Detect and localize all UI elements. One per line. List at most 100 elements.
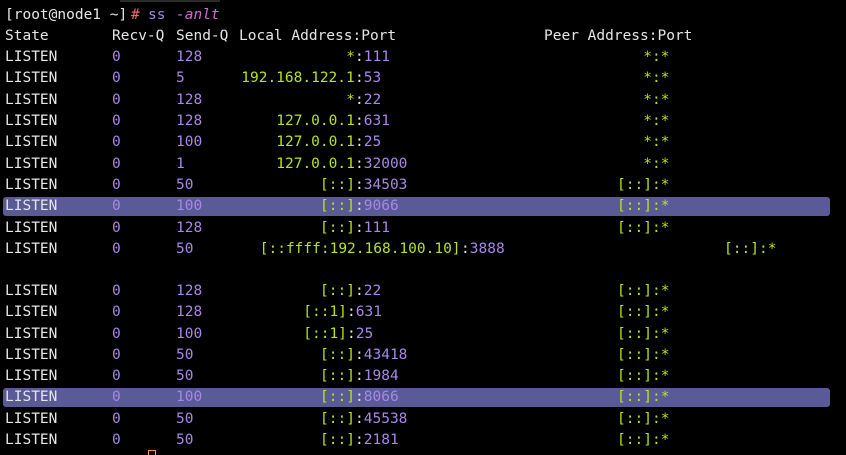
row-local-separator: : — [355, 389, 364, 405]
row-local-separator: : — [355, 134, 364, 150]
row-state: LISTEN — [5, 304, 58, 320]
row-local-separator: : — [355, 198, 364, 214]
row-recv-q: 0 — [112, 411, 121, 427]
row-recv-q: 0 — [112, 326, 121, 342]
row-state: LISTEN — [5, 347, 58, 363]
row-peer-host: * — [643, 134, 652, 150]
row-local-host: [::] — [320, 347, 355, 363]
row-local-port: 34503 — [363, 177, 408, 193]
row-local-port: 631 — [363, 113, 390, 129]
row-peer-host: * — [643, 49, 652, 65]
row-local-separator: : — [355, 156, 364, 172]
row-recv-q: 0 — [112, 347, 121, 363]
row-local-separator: : — [355, 113, 364, 129]
table-row[interactable]: LISTEN 0 50 [::]:1984 [::]: * — [0, 366, 846, 387]
row-send-q: 128 — [176, 113, 203, 129]
row-local-port: 32000 — [363, 156, 408, 172]
table-row[interactable]: LISTEN 0 50 [::]:45538 [::]: * — [0, 409, 846, 430]
row-peer-port: * — [660, 368, 670, 384]
row-peer-port: * — [660, 134, 670, 150]
row-peer-host: [::] — [617, 283, 652, 299]
row-peer-separator: : — [652, 70, 661, 86]
row-local-separator: : — [347, 326, 356, 342]
row-local-separator: : — [355, 432, 364, 448]
row-state: LISTEN — [5, 198, 58, 214]
row-local-host: * — [346, 49, 355, 65]
row-peer-separator: : — [652, 368, 661, 384]
row-send-q: 50 — [176, 241, 194, 257]
table-row[interactable]: LISTEN 0 1 127.0.0.1:32000 *: * — [0, 154, 846, 175]
row-peer-port: * — [660, 177, 670, 193]
row-peer-separator: : — [652, 220, 661, 236]
table-row[interactable]: LISTEN 0 100 [::1]:25 [::]: * — [0, 324, 846, 345]
table-row[interactable]: LISTEN 0 100 [::]:9066 [::]: * — [0, 196, 846, 217]
terminal-window[interactable]: [root@node1 ~] # ss -anlt State Recv-Q S… — [0, 0, 846, 455]
table-row[interactable]: LISTEN 0 50 [::]:43418 [::]: * — [0, 345, 846, 366]
row-state: LISTEN — [5, 134, 58, 150]
row-peer-host: [::] — [617, 304, 652, 320]
row-state: LISTEN — [5, 156, 58, 172]
table-row[interactable]: LISTEN 0 100 127.0.0.1:25 *: * — [0, 132, 846, 153]
row-local-host: 127.0.0.1 — [276, 113, 355, 129]
row-send-q: 100 — [176, 326, 203, 342]
row-local-host: [::ffff:192.168.100.10] — [259, 241, 461, 257]
table-row[interactable]: LISTEN 0 128 [::]:111 [::]: * — [0, 218, 846, 239]
row-peer-separator: : — [652, 134, 661, 150]
row-peer-host: [::] — [617, 432, 652, 448]
prompt-symbol: # — [131, 7, 140, 23]
row-state: LISTEN — [5, 49, 58, 65]
row-local-port: 22 — [363, 283, 382, 299]
row-peer-separator: : — [652, 113, 661, 129]
row-peer-port: * — [660, 156, 670, 172]
row-peer-host: [::] — [617, 177, 652, 193]
row-send-q: 50 — [176, 411, 194, 427]
header-local-address: Local Address:Port — [239, 28, 397, 44]
row-peer-port: * — [660, 92, 670, 108]
header-peer-address: Peer Address:Port — [544, 28, 693, 44]
row-send-q: 128 — [176, 92, 203, 108]
prompt-line: [root@node1 ~] # ss -anlt — [0, 5, 846, 26]
table-row[interactable]: LISTEN 0 128 127.0.0.1:631 *: * — [0, 111, 846, 132]
row-peer-separator: : — [652, 49, 661, 65]
row-send-q: 100 — [176, 134, 203, 150]
row-peer-port: * — [660, 49, 670, 65]
table-row[interactable]: LISTEN 0 128 [::1]:631 [::]: * — [0, 302, 846, 323]
table-row[interactable]: LISTEN 0 50 [::]:34503 [::]: * — [0, 175, 846, 196]
cursor-icon — [148, 450, 156, 455]
row-send-q: 128 — [176, 49, 203, 65]
command-flags: -anlt — [176, 7, 220, 23]
row-send-q: 50 — [176, 177, 194, 193]
table-row[interactable]: LISTEN 0 128 *:22 *: * — [0, 90, 846, 111]
row-state: LISTEN — [5, 432, 58, 448]
row-local-port: 53 — [363, 70, 382, 86]
row-local-host: [::] — [320, 411, 355, 427]
row-local-port: 111 — [363, 220, 390, 236]
row-local-port: 8066 — [363, 389, 399, 405]
table-row[interactable]: LISTEN 0 100 [::]:8066 [::]: * — [0, 387, 846, 408]
row-peer-separator: : — [652, 198, 661, 214]
table-row[interactable]: LISTEN 0 128 *:111 *: * — [0, 47, 846, 68]
row-recv-q: 0 — [112, 198, 121, 214]
row-local-separator: : — [355, 411, 364, 427]
row-peer-host: [::] — [617, 368, 652, 384]
row-recv-q: 0 — [112, 113, 121, 129]
row-send-q: 50 — [176, 347, 194, 363]
row-local-host: [::] — [320, 389, 355, 405]
table-row[interactable]: LISTEN 0 128 [::]:22 [::]: * — [0, 281, 846, 302]
row-send-q: 5 — [176, 70, 185, 86]
row-recv-q: 0 — [112, 177, 121, 193]
row-state: LISTEN — [5, 177, 58, 193]
table-row[interactable]: LISTEN 0 5 192.168.122.1:53 *: * — [0, 68, 846, 89]
table-row[interactable]: LISTEN 0 50 [::]:2181 [::]: * — [0, 430, 846, 451]
row-send-q: 128 — [176, 283, 203, 299]
row-peer-host: [::] — [617, 198, 652, 214]
row-peer-port: * — [660, 283, 670, 299]
row-local-host: * — [346, 92, 355, 108]
row-recv-q: 0 — [112, 304, 121, 320]
command-name: ss — [148, 7, 166, 23]
row-local-port: 111 — [363, 49, 390, 65]
row-state: LISTEN — [5, 283, 58, 299]
table-row[interactable]: LISTEN 0 50 [::ffff:192.168.100.10]:3888 [::… — [0, 239, 846, 260]
prompt-user-host: [root@node1 ~] — [5, 7, 128, 23]
row-state: LISTEN — [5, 92, 58, 108]
